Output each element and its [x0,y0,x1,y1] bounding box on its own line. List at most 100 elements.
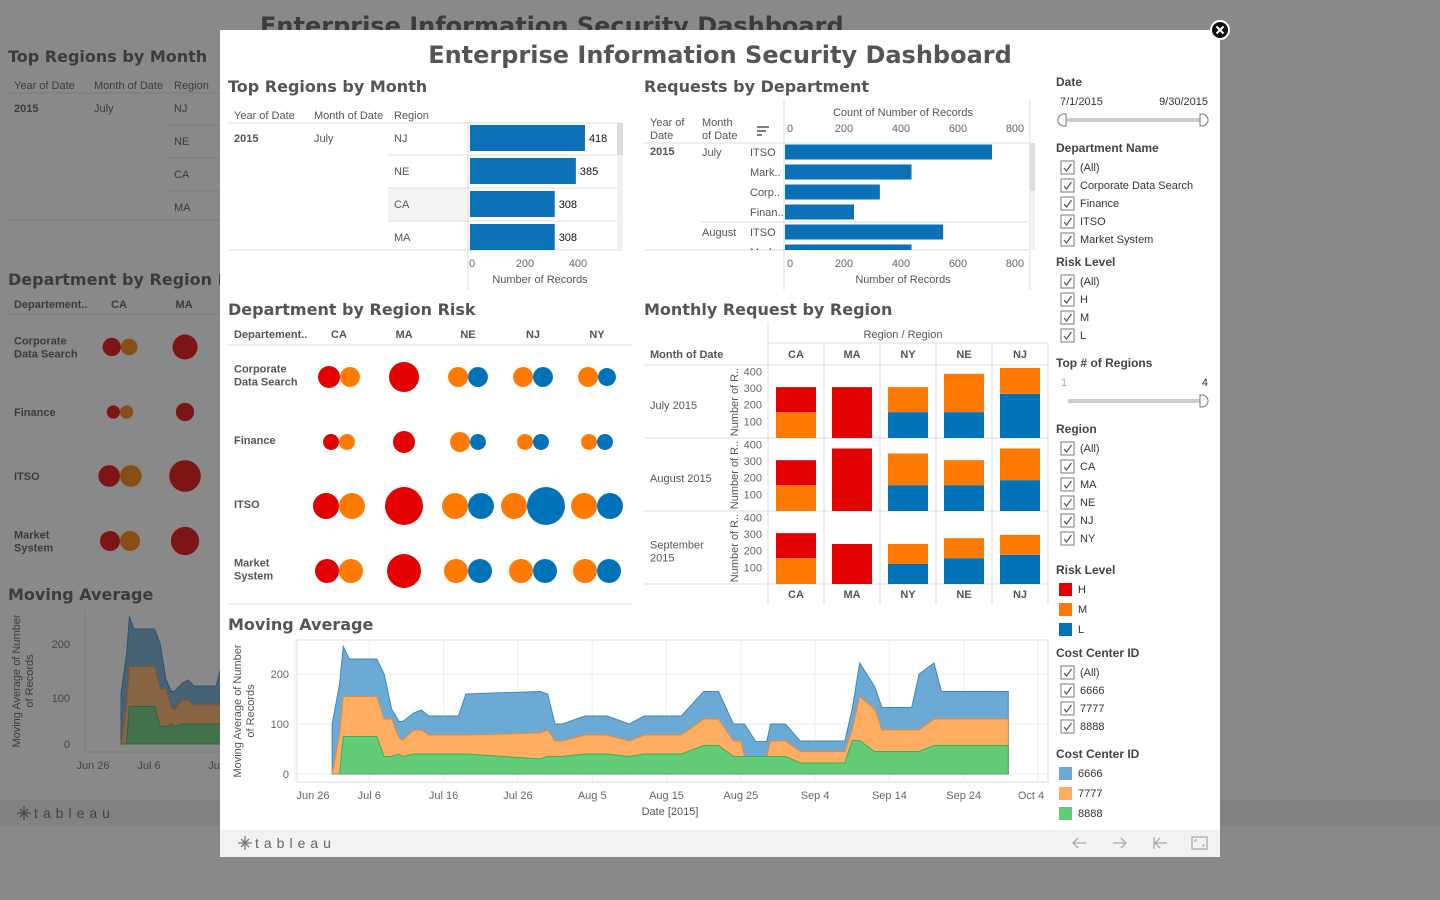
stacked-bar-NE-L[interactable] [944,412,984,438]
department-filter-checkbox[interactable]: Finance [1060,196,1119,211]
stacked-bar-NJ-M[interactable] [1000,367,1040,394]
bar-Corp..[interactable] [785,184,880,200]
stacked-bar-NE-M[interactable] [944,460,984,486]
slider-handle-max[interactable] [1199,394,1209,408]
scrollbar-thumb[interactable] [1030,143,1035,191]
bubble-nj-L[interactable] [533,434,549,450]
bubble-nj-M[interactable] [517,434,533,450]
bubble-ny-M[interactable] [571,493,597,519]
cost-center-filter-checkbox[interactable]: 7777 [1060,701,1104,716]
bubble-ne-L[interactable] [470,434,486,450]
bubble-ne-L[interactable] [468,559,492,583]
bubble-ca-M[interactable] [340,367,360,387]
stacked-bar-CA-M[interactable] [776,412,816,438]
region-filter-checkbox[interactable]: MA [1060,477,1097,492]
bubble-ne-M[interactable] [442,493,468,519]
axis-tick: Aug 5 [578,790,607,802]
stacked-bar-CA-M[interactable] [776,485,816,511]
month-label: August 2015 [650,473,712,485]
bubble-ny-M[interactable] [573,559,597,583]
stacked-bar-CA-H[interactable] [776,460,816,486]
bubble-ny-M[interactable] [578,367,598,387]
column-header: MA [843,589,860,601]
bar-NJ[interactable] [470,125,585,151]
axis-title: Moving Average of Number [232,644,244,777]
stacked-bar-NE-M[interactable] [944,373,984,413]
bubble-ne-L[interactable] [468,493,494,519]
bubble-nj-M[interactable] [513,367,533,387]
stacked-bar-NJ-M[interactable] [1000,448,1040,481]
stacked-bar-NY-M[interactable] [888,387,928,413]
bubble-ma-H[interactable] [393,431,415,453]
bubble-ca-H[interactable] [323,434,339,450]
stacked-bar-NE-L[interactable] [944,485,984,511]
bubble-ca-M[interactable] [339,434,355,450]
bubble-ma-H[interactable] [385,487,423,525]
bubble-nj-L[interactable] [527,487,565,525]
stacked-bar-NJ-L[interactable] [1000,554,1040,584]
department-filter-checkbox[interactable]: (All) [1060,160,1100,175]
checkbox [1060,196,1075,211]
stacked-bar-CA-H[interactable] [776,533,816,559]
bar-NE[interactable] [470,158,576,184]
risk-filter-checkbox[interactable]: (All) [1060,274,1100,289]
bubble-nj-L[interactable] [533,559,557,583]
slider-handle-max[interactable] [1199,113,1209,127]
bubble-nj-M[interactable] [509,559,533,583]
bar-CA[interactable] [470,191,555,217]
bar-Finan..[interactable] [785,204,854,220]
risk-filter-checkbox[interactable]: L [1060,328,1086,343]
department-filter-checkbox[interactable]: ITSO [1060,214,1106,229]
stacked-bar-CA-M[interactable] [776,558,816,584]
checkbox-label: NE [1080,497,1095,509]
bubble-ny-L[interactable] [597,559,621,583]
stacked-bar-MA-H[interactable] [832,387,872,438]
bar-MA[interactable] [470,224,555,250]
stacked-bar-NJ-L[interactable] [1000,480,1040,511]
stacked-bar-NY-M[interactable] [888,453,928,486]
checkbox [1060,531,1075,546]
bubble-nj-M[interactable] [501,493,528,519]
stacked-bar-NY-L[interactable] [888,563,928,584]
stacked-bar-NY-L[interactable] [888,412,928,438]
cost-center-filter-checkbox[interactable]: 8888 [1060,719,1104,734]
department-filter-checkbox[interactable]: Corporate Data Search [1060,178,1193,193]
bubble-ne-M[interactable] [450,432,471,452]
month-label: 2015 [650,553,674,565]
region-filter-checkbox[interactable]: (All) [1060,441,1100,456]
bubble-ne-L[interactable] [468,367,488,387]
bar-ITSO[interactable] [785,224,944,240]
bubble-nj-L[interactable] [533,367,553,387]
stacked-bar-CA-H[interactable] [776,387,816,413]
stacked-bar-NE-L[interactable] [944,558,984,584]
stacked-bar-NY-M[interactable] [888,543,928,564]
bubble-ny-L[interactable] [597,434,613,450]
cost-center-filter-checkbox[interactable]: (All) [1060,665,1100,680]
bubble-ny-L[interactable] [597,368,616,386]
stacked-bar-NJ-L[interactable] [1000,393,1040,438]
bubble-ny-M[interactable] [581,434,597,450]
bubble-ny-L[interactable] [597,493,623,519]
stacked-bar-MA-H[interactable] [832,448,872,511]
bar-value-label: 308 [559,199,577,211]
bubble-ca-H[interactable] [313,493,339,519]
stacked-bar-NJ-M[interactable] [1000,534,1040,555]
bubble-ca-H[interactable] [318,366,341,388]
bar-Mark..[interactable] [785,164,912,180]
risk-filter-checkbox[interactable]: H [1060,292,1088,307]
bar-ITSO[interactable] [785,144,992,160]
bubble-ca-M[interactable] [339,559,363,583]
bubble-ca-M[interactable] [339,493,365,519]
cost-center-filter-checkbox[interactable]: 6666 [1060,683,1104,698]
bubble-ne-M[interactable] [448,367,468,387]
bubble-ma-H[interactable] [387,554,421,588]
bubble-ma-H[interactable] [389,362,419,392]
stacked-bar-NE-M[interactable] [944,538,984,559]
stacked-bar-MA-H[interactable] [832,543,872,584]
bubble-ca-H[interactable] [315,559,339,583]
stacked-bar-NY-L[interactable] [888,485,928,511]
slider-handle-min[interactable] [1057,113,1067,127]
close-button[interactable] [1210,20,1230,40]
bubble-ne-M[interactable] [444,559,468,583]
scrollbar-thumb[interactable] [617,123,623,155]
